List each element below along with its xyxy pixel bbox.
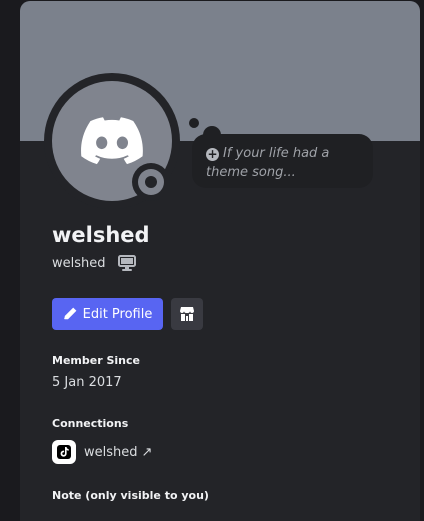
status-indicator	[132, 163, 170, 201]
offline-status-icon	[138, 169, 164, 195]
profile-card: + If your life had a theme song... welshe…	[20, 1, 420, 521]
edit-profile-button[interactable]: Edit Profile	[52, 298, 163, 330]
tiktok-icon	[52, 440, 76, 464]
desktop-monitor-icon	[117, 255, 136, 271]
connection-name: welshed	[84, 444, 138, 460]
connections-label: Connections	[52, 417, 129, 430]
shop-button[interactable]	[171, 298, 203, 330]
discord-logo-icon	[81, 117, 143, 165]
custom-status-bubble[interactable]: + If your life had a theme song...	[192, 134, 373, 188]
member-since-label: Member Since	[52, 354, 140, 367]
edit-profile-label: Edit Profile	[82, 306, 153, 322]
pencil-icon	[63, 307, 77, 321]
note-label: Note (only visible to you)	[52, 489, 209, 502]
external-link-arrow-icon: ↗	[141, 444, 153, 460]
username-row: welshed	[52, 255, 136, 271]
add-status-icon: +	[206, 147, 219, 161]
shop-icon	[180, 307, 194, 321]
display-name: welshed	[52, 223, 150, 247]
username: welshed	[52, 255, 106, 271]
thought-bubble-dot	[189, 118, 199, 128]
member-since-value: 5 Jan 2017	[52, 375, 122, 390]
status-bubble-placeholder: If your life had a theme song...	[206, 146, 330, 180]
connection-item-tiktok[interactable]: welshed ↗	[52, 440, 152, 464]
